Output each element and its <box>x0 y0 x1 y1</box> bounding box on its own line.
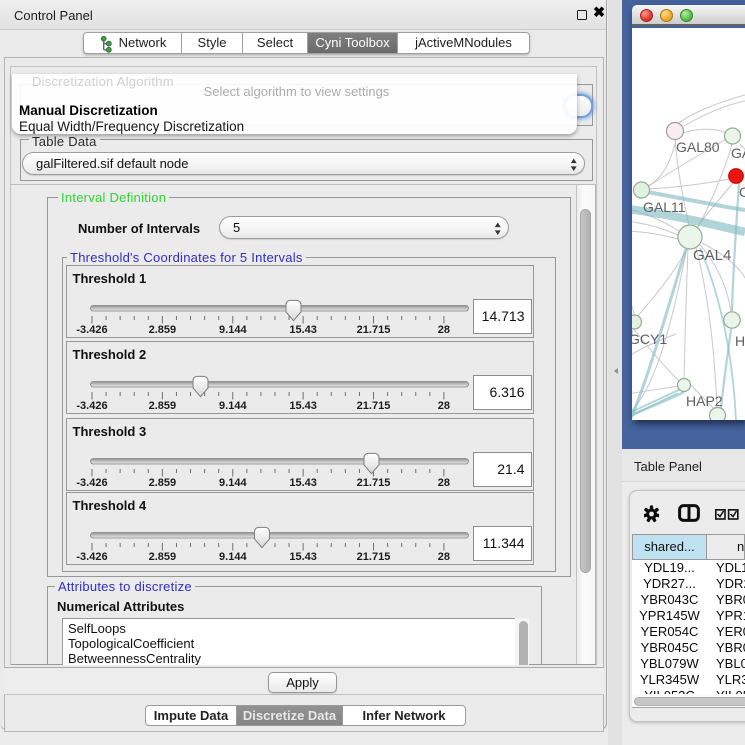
svg-text:21.715: 21.715 <box>356 477 390 489</box>
svg-text:GAL80: GAL80 <box>676 139 720 155</box>
svg-text:GAL4: GAL4 <box>693 247 731 264</box>
svg-text:15.43: 15.43 <box>289 551 317 563</box>
svg-text:2.859: 2.859 <box>148 551 176 563</box>
svg-text:28: 28 <box>437 477 449 489</box>
svg-text:28: 28 <box>437 324 449 336</box>
svg-text:2.859: 2.859 <box>148 400 176 412</box>
svg-text:15.43: 15.43 <box>289 324 317 336</box>
svg-text:9.144: 9.144 <box>219 551 247 563</box>
svg-text:28: 28 <box>437 400 449 412</box>
svg-text:GAL11: GAL11 <box>643 199 686 215</box>
svg-text:2.859: 2.859 <box>148 477 176 489</box>
svg-text:-3.426: -3.426 <box>76 477 107 489</box>
svg-text:21.715: 21.715 <box>356 400 390 412</box>
svg-text:21.715: 21.715 <box>356 324 390 336</box>
svg-text:CY: CY <box>739 184 745 200</box>
svg-text:28: 28 <box>437 551 449 563</box>
svg-text:2.859: 2.859 <box>148 324 176 336</box>
svg-text:15.43: 15.43 <box>289 477 317 489</box>
svg-text:9.144: 9.144 <box>219 324 247 336</box>
svg-text:15.43: 15.43 <box>289 400 317 412</box>
svg-text:GCY1: GCY1 <box>632 331 667 347</box>
svg-text:-3.426: -3.426 <box>76 551 107 563</box>
svg-text:-3.426: -3.426 <box>76 400 107 412</box>
svg-text:9.144: 9.144 <box>219 477 247 489</box>
svg-text:21.715: 21.715 <box>356 551 390 563</box>
svg-text:9.144: 9.144 <box>219 400 247 412</box>
svg-text:-3.426: -3.426 <box>76 324 107 336</box>
svg-text:HAP2: HAP2 <box>686 393 723 409</box>
svg-text:HI: HI <box>735 333 745 349</box>
svg-text:GAL: GAL <box>731 145 745 161</box>
